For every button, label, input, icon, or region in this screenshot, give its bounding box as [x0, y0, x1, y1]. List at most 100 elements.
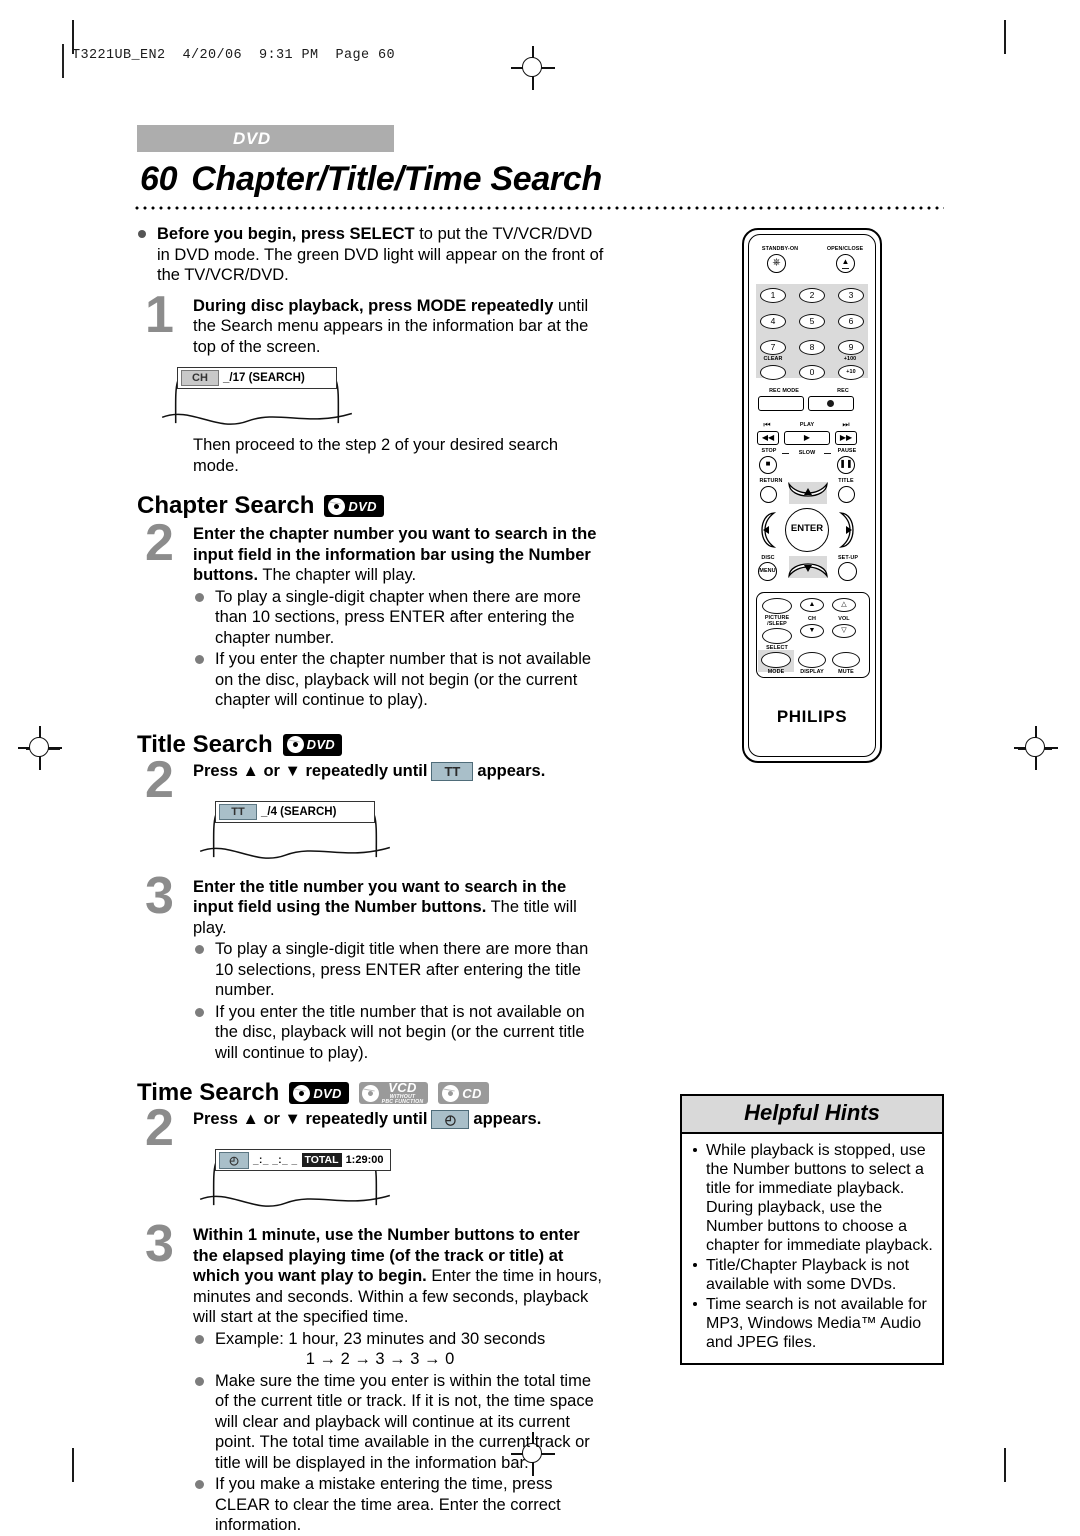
step-2-title-number: 2 [145, 750, 174, 809]
setup-button[interactable] [838, 562, 857, 581]
step-2-chapter-rest: The chapter will play. [258, 566, 417, 584]
sleep-label: /SLEEP [767, 621, 787, 627]
helpful-hints-body: While playback is stopped, use the Numbe… [682, 1134, 942, 1363]
bullet-dot-icon [195, 945, 204, 954]
step-1-body: During disc playback, press MODE repeate… [193, 296, 605, 358]
number-button-3[interactable]: 3 [838, 288, 864, 303]
step-1-after: Then proceed to the step 2 of your desir… [193, 436, 559, 475]
display-button[interactable] [798, 652, 826, 668]
step-2-title-after: appears. [477, 761, 546, 780]
list-item: If you enter the chapter number that is … [193, 649, 605, 711]
section-banner-dvd: DVD [137, 125, 394, 152]
step-2-time-after: appears. [473, 1110, 542, 1128]
number-button-5[interactable]: 5 [799, 314, 825, 329]
bullet-dot-icon [195, 655, 204, 664]
rec-mode-label: REC MODE [769, 388, 799, 394]
time-bullet-3: If you make a mistake entering the time,… [215, 1475, 561, 1534]
badge-vcd-text: VCD [388, 1080, 417, 1096]
section-heading-chapter-search: Chapter Search DVD [137, 492, 605, 520]
badge-dvd-text: DVD [306, 737, 335, 752]
number-button-2[interactable]: 2 [799, 288, 825, 303]
plus10-label: +10 [846, 369, 856, 375]
list-item: While playback is stopped, use the Numbe… [688, 1141, 934, 1255]
disc-icon [284, 733, 307, 756]
badge-dvd-text: DVD [348, 498, 377, 514]
disc-icon [439, 1082, 462, 1104]
badge-vcd-text-group: VCD WITHOUT PBC FUNCTION [382, 1081, 424, 1105]
hint-1: While playback is stopped, use the Numbe… [706, 1142, 933, 1254]
number-button-9[interactable]: 9 [838, 340, 864, 355]
title-button[interactable] [838, 486, 855, 503]
osd-tt-value: _/4 (SEARCH) [261, 805, 337, 818]
channel-down-button[interactable]: ▼ [800, 624, 824, 638]
step-2-chapter: 2 Enter the chapter number you want to s… [137, 517, 605, 711]
intro-text: Before you begin, press SELECT to put th… [157, 224, 605, 286]
bullet-dot-icon [195, 1007, 204, 1017]
intro-bullet: Before you begin, press SELECT to put th… [137, 224, 605, 286]
number-button-8[interactable]: 8 [799, 340, 825, 355]
osd-tag-tt: TT [219, 803, 257, 820]
title-bullet-2: If you enter the title number that is no… [215, 1002, 585, 1062]
section-heading-title-search: Title Search DVD [137, 731, 605, 759]
osd-time-digits: _:_ _:_ _ [253, 1154, 298, 1166]
osd-mock-title: TT _/4 (SEARCH) [197, 800, 393, 863]
helpful-hints-title: Helpful Hints [682, 1096, 942, 1134]
left-column: Before you begin, press SELECT to put th… [137, 224, 605, 1536]
volume-down-button[interactable]: ▽ [832, 624, 856, 638]
badge-cd-time: CD [438, 1082, 489, 1104]
bullet-dot-icon [195, 1334, 204, 1344]
clear-button[interactable] [760, 365, 786, 380]
disc-icon [326, 495, 348, 517]
mode-button[interactable] [761, 652, 791, 668]
inline-tt-box: TT [431, 761, 474, 781]
eject-bar-icon [842, 268, 849, 270]
fast-forward-icon: ▶▶ [839, 433, 853, 442]
badge-vcd-sub2: PBC FUNCTION [381, 1098, 424, 1105]
bullet-dot-icon [693, 1148, 697, 1152]
rec-dot-icon [827, 400, 834, 407]
time-bullet-1: Example: 1 hour, 23 minutes and 30 secon… [215, 1329, 546, 1348]
number-button-6[interactable]: 6 [838, 314, 864, 329]
picture-sleep-button[interactable] [762, 598, 792, 614]
channel-up-button[interactable]: ▲ [800, 598, 824, 612]
number-button-1[interactable]: 1 [760, 288, 786, 303]
step-1-number: 1 [145, 285, 174, 344]
play-icon: ▶ [803, 433, 811, 442]
setup-label: SET-UP [837, 555, 859, 561]
step-1-bold: During disc playback, press MODE repeate… [193, 296, 554, 315]
play-label: PLAY [799, 422, 815, 428]
nav-right-button[interactable] [837, 510, 861, 550]
title-label: TITLE [838, 478, 854, 484]
chapter-bullet-1: To play a single-digit chapter when ther… [215, 587, 581, 647]
stop-label: STOP [761, 448, 777, 454]
mute-button[interactable] [832, 652, 860, 668]
brand-logo: PHILIPS [776, 707, 848, 726]
step-2-title-body: Press ▲ or ▼ repeatedly until TT appears. [193, 761, 605, 782]
step-2-title-before: Press ▲ or ▼ repeatedly until [193, 761, 428, 780]
number-button-4[interactable]: 4 [760, 314, 786, 329]
number-button-7[interactable]: 7 [760, 340, 786, 355]
badge-cd-text: CD [462, 1085, 482, 1101]
remote-control-illustration: STANDBY-ON ⎈ OPEN/CLOSE ▲ 1 2 3 4 5 6 7 … [742, 228, 882, 763]
rec-label: REC [837, 388, 849, 394]
number-button-0[interactable]: 0 [799, 365, 825, 380]
nav-up-button[interactable] [786, 482, 830, 504]
stop-icon: ■ [765, 459, 771, 468]
return-button[interactable] [760, 486, 777, 503]
title-bullet-1: To play a single-digit title when there … [215, 940, 589, 999]
mute-label: MUTE [838, 669, 854, 675]
osd-mock-time: ◴ _:_ _:_ _ TOTAL 1:29:00 [197, 1149, 393, 1211]
list-item: If you enter the title number that is no… [193, 1002, 605, 1064]
osd-tag-ch: CH [181, 370, 219, 386]
select-button[interactable] [762, 628, 792, 644]
step-3-title: 3 Enter the title number you want to sea… [137, 870, 605, 1064]
page-title-text: Chapter/Title/Time Search [191, 160, 602, 198]
volume-up-button[interactable]: △ [832, 598, 856, 612]
slow-line-left-icon [782, 453, 789, 454]
nav-down-button[interactable] [786, 556, 830, 578]
disc-menu-label: MENU [759, 568, 776, 574]
rec-mode-button[interactable] [758, 396, 804, 411]
nav-left-button[interactable] [754, 510, 778, 550]
bullet-dot-icon [693, 1263, 697, 1267]
step-2-time-body: Press ▲ or ▼ repeatedly until ◴ appears. [193, 1109, 605, 1130]
